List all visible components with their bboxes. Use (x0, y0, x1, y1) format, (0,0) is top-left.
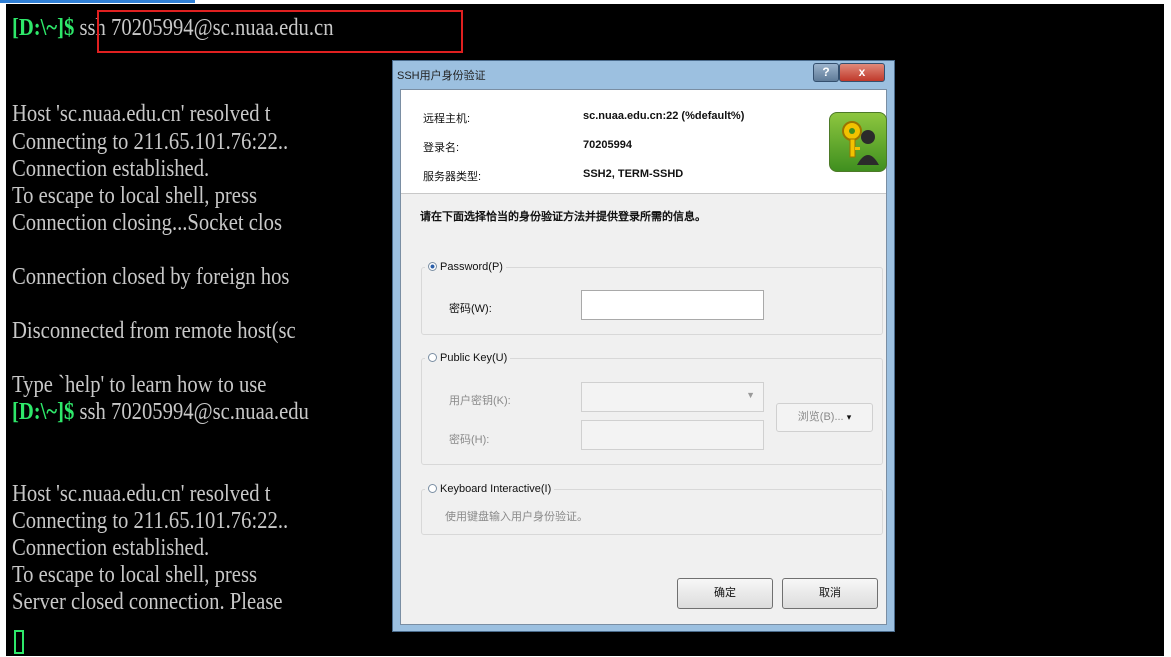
password-input[interactable] (581, 290, 764, 320)
radio-selected-icon (428, 262, 437, 271)
keyboard-interactive-label: Keyboard Interactive(I) (440, 483, 552, 495)
public-key-option-label: Public Key(U) (440, 352, 508, 364)
terminal-output-line: Host 'sc.nuaa.edu.cn' resolved t (12, 481, 271, 507)
chevron-down-icon: ▼ (746, 390, 755, 400)
passphrase-input[interactable] (581, 420, 764, 450)
ok-button[interactable]: 确定 (677, 578, 773, 609)
user-key-label: 用户密钥(K): (449, 395, 511, 407)
terminal-prompt: [D:\~]$ (12, 15, 75, 41)
dialog-titlebar[interactable]: SSH用户身份验证 ? x (393, 61, 894, 89)
cancel-button[interactable]: 取消 (782, 578, 878, 609)
terminal-output-line: To escape to local shell, press (12, 183, 258, 209)
dropdown-arrow-icon: ▾ (846, 412, 852, 422)
ssh-auth-dialog: SSH用户身份验证 ? x 远程主机: sc.nuaa.edu.cn:22 (%… (392, 60, 895, 632)
keyboard-interactive-description: 使用键盘输入用户身份验证。 (445, 511, 588, 523)
close-button[interactable]: x (839, 63, 885, 82)
terminal-output-line: Connection established. (12, 156, 210, 182)
login-name-label: 登录名: (423, 142, 460, 154)
help-button[interactable]: ? (813, 63, 839, 82)
terminal-cursor (14, 630, 24, 654)
terminal-output-line: Connection established. (12, 535, 210, 561)
radio-unselected-icon (428, 353, 437, 362)
terminal-prompt: [D:\~]$ (12, 399, 75, 425)
remote-host-value: sc.nuaa.edu.cn:22 (%default%) (583, 110, 745, 122)
password-option-label: Password(P) (440, 261, 503, 273)
login-name-value: 70205994 (583, 139, 632, 151)
auth-instruction: 请在下面选择恰当的身份验证方法并提供登录所需的信息。 (420, 211, 706, 223)
public-key-option[interactable]: Public Key(U) (425, 352, 511, 364)
terminal-output-line: To escape to local shell, press (12, 562, 258, 588)
user-key-icon (829, 112, 887, 172)
password-option[interactable]: Password(P) (425, 261, 506, 273)
user-key-select[interactable]: ▼ (581, 382, 764, 412)
password-field-label: 密码(W): (449, 303, 492, 315)
terminal-output-line: Connection closing...Socket clos (12, 210, 283, 236)
passphrase-label: 密码(H): (449, 434, 490, 446)
remote-host-label: 远程主机: (423, 113, 471, 125)
server-type-value: SSH2, TERM-SSHD (583, 168, 684, 180)
terminal-output-line: Server closed connection. Please (12, 589, 283, 615)
terminal-output-line: Connecting to 211.65.101.76:22.. (12, 129, 289, 155)
dialog-title: SSH用户身份验证 (397, 70, 486, 82)
window-accent-line (0, 0, 195, 3)
terminal-output-line: Host 'sc.nuaa.edu.cn' resolved t (12, 101, 271, 127)
server-type-label: 服务器类型: (423, 171, 482, 183)
keyboard-interactive-option[interactable]: Keyboard Interactive(I) (425, 483, 555, 495)
radio-unselected-icon (428, 484, 437, 493)
terminal-output-line: Type `help' to learn how to use (12, 372, 267, 398)
browse-button[interactable]: 浏览(B)... ▾ (776, 403, 873, 432)
terminal-output-line: Disconnected from remote host(sc (12, 318, 296, 344)
terminal-output-line: Connection closed by foreign hos (12, 264, 290, 290)
browse-button-label: 浏览(B)... (797, 411, 844, 423)
terminal-second-command-line: [D:\~]$ ssh 70205994@sc.nuaa.edu (12, 398, 309, 426)
terminal-command: ssh 70205994@sc.nuaa.edu (74, 399, 309, 425)
dialog-body: 远程主机: sc.nuaa.edu.cn:22 (%default%) 登录名:… (400, 89, 887, 625)
connection-info-panel: 远程主机: sc.nuaa.edu.cn:22 (%default%) 登录名:… (401, 90, 887, 194)
command-highlight-box (97, 10, 463, 53)
terminal-output-line: Connecting to 211.65.101.76:22.. (12, 508, 289, 534)
